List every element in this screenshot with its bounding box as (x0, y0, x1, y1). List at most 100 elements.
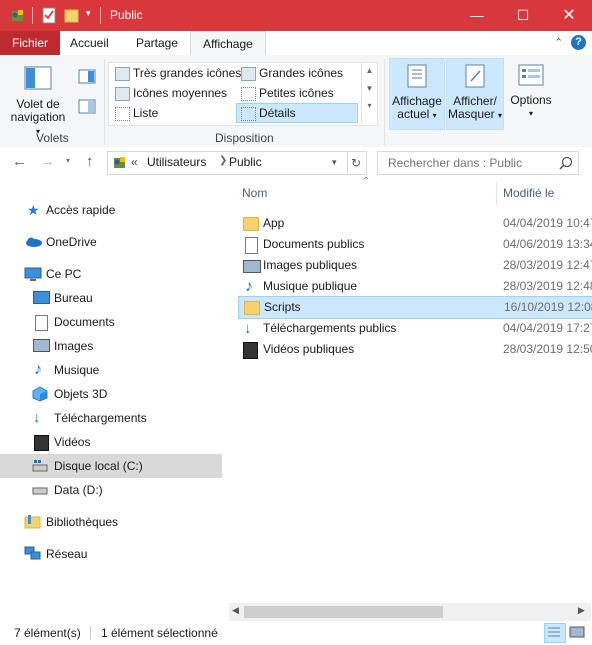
ribbon-panel: Volet de navigation ▾ Volets Très grande… (0, 55, 592, 148)
scroll-right-icon[interactable]: ▶ (578, 605, 585, 616)
pictures-icon (243, 260, 261, 273)
minimize-button[interactable]: — (454, 0, 500, 31)
address-overflow[interactable]: « (131, 155, 138, 169)
nav-quick-access[interactable]: ★ Accès rapide (0, 198, 222, 222)
file-name: Musique publique (263, 279, 358, 293)
navigation-pane-button[interactable]: Volet de navigation ▾ (8, 63, 68, 136)
quick-access-dropdown-icon[interactable]: ▾ (86, 8, 91, 19)
layout-small-icons[interactable]: Petites icônes (237, 84, 369, 102)
file-name: Téléchargements publics (263, 321, 397, 335)
drive-icon (32, 487, 48, 495)
show-hide-button[interactable]: Afficher/ Masquer ▾ (446, 58, 504, 130)
pictures-icon (33, 339, 50, 352)
file-row-pictures[interactable]: Images publiques 28/03/2019 12:47 (238, 255, 592, 276)
help-icon[interactable]: ? (571, 35, 586, 50)
file-list: ⌃ Nom Modifié le App 04/04/2019 10:47 Do… (230, 176, 592, 600)
details-pane-icon[interactable] (78, 99, 96, 114)
nav-downloads[interactable]: ↓ Téléchargements (0, 406, 222, 430)
address-dropdown-icon[interactable]: ▾ (332, 157, 337, 168)
large-icons-view-button[interactable] (567, 623, 589, 643)
large-icons-view-icon (569, 626, 585, 638)
options-dropdown-icon: ▾ (528, 109, 533, 118)
nav-pictures[interactable]: Images (0, 334, 222, 358)
search-input[interactable] (386, 155, 560, 171)
back-arrow-icon[interactable]: ← (12, 153, 27, 170)
column-header-name[interactable]: Nom (242, 186, 267, 200)
recent-locations-icon[interactable]: ▾ (66, 156, 70, 165)
nav-local-disk[interactable]: Disque local (C:) (0, 454, 222, 478)
nav-music[interactable]: ♪ Musique (0, 358, 222, 382)
layout-large-icons[interactable]: Grandes icônes (237, 64, 369, 82)
forward-arrow-icon[interactable]: → (40, 153, 55, 170)
nav-documents[interactable]: Documents (0, 310, 222, 334)
list-icon (115, 107, 130, 121)
documents-icon (35, 315, 48, 331)
layout-list[interactable]: Liste (111, 104, 253, 122)
nav-this-pc[interactable]: Ce PC (0, 262, 222, 286)
nav-onedrive[interactable]: OneDrive (0, 230, 222, 254)
search-icon[interactable] (559, 156, 573, 170)
layout-scroll[interactable]: ▲ ▼ ▾ (361, 63, 377, 125)
status-selection: 1 élément sélectionné (101, 626, 218, 640)
layout-medium-icons[interactable]: Icônes moyennes (111, 84, 253, 102)
breadcrumb-users[interactable]: Utilisateurs (147, 155, 206, 169)
layout-scroll-down-icon[interactable]: ▼ (362, 84, 377, 93)
scroll-left-icon[interactable]: ◀ (232, 605, 239, 616)
tab-home[interactable]: Accueil (58, 31, 121, 55)
tab-view[interactable]: Affichage (190, 31, 266, 56)
file-date: 04/06/2019 13:34 (503, 237, 592, 251)
nav-videos[interactable]: Vidéos (0, 430, 222, 454)
file-name: Scripts (264, 300, 301, 314)
title-separator (32, 7, 33, 24)
nav-3d-objects[interactable]: Objets 3D (0, 382, 222, 406)
details-view-button[interactable] (544, 623, 566, 643)
file-row-downloads[interactable]: ↓ Téléchargements publics 04/04/2019 17:… (238, 318, 592, 339)
address-bar[interactable]: « Utilisateurs ❯ Public ▾ (107, 151, 348, 175)
layout-details[interactable]: Détails (236, 103, 358, 123)
nav-documents-label: Documents (54, 315, 115, 329)
network-icon (24, 546, 41, 560)
window-title: Public (110, 8, 143, 22)
search-box[interactable] (377, 151, 579, 175)
ribbon-separator (384, 59, 385, 145)
breadcrumb-public[interactable]: Public (229, 155, 262, 169)
layout-expand-icon[interactable]: ▾ (362, 101, 377, 110)
close-button[interactable]: ✕ (546, 0, 592, 31)
file-row-videos[interactable]: Vidéos publiques 28/03/2019 12:50 (238, 339, 592, 360)
nav-desktop[interactable]: Bureau (0, 286, 222, 310)
cloud-icon (26, 237, 42, 247)
nav-onedrive-label: OneDrive (46, 235, 97, 249)
refresh-button[interactable]: ↻ (346, 151, 367, 175)
status-bar: 7 élément(s) 1 élément sélectionné (0, 621, 592, 645)
music-icon: ♪ (245, 278, 253, 295)
nav-this-pc-label: Ce PC (46, 267, 82, 281)
maximize-button[interactable]: ☐ (500, 0, 546, 31)
nav-network[interactable]: Réseau (0, 542, 222, 566)
column-header-modified[interactable]: Modifié le (503, 186, 554, 200)
nav-data-drive[interactable]: Data (D:) (0, 478, 222, 502)
up-arrow-icon[interactable]: ↑ (86, 153, 94, 170)
tab-share[interactable]: Partage (124, 31, 190, 55)
3d-objects-icon (32, 386, 48, 402)
nav-libraries[interactable]: Bibliothèques (0, 510, 222, 534)
breadcrumb-chevron-icon[interactable]: ❯ (219, 155, 227, 166)
column-divider[interactable] (496, 181, 497, 205)
properties-quick-icon[interactable] (42, 7, 57, 24)
current-view-button[interactable]: Affichage actuel ▾ (389, 58, 445, 130)
layout-scroll-up-icon[interactable]: ▲ (362, 66, 377, 75)
file-row-scripts[interactable]: Scripts 16/10/2019 12:08 (238, 296, 592, 319)
preview-pane-icon[interactable] (78, 69, 96, 84)
options-button[interactable]: Options ▾ (507, 58, 555, 128)
ribbon-collapse-icon[interactable]: ⌃ (554, 36, 563, 49)
tab-file[interactable]: Fichier (0, 31, 61, 55)
layout-extra-large-icons[interactable]: Très grandes icônes (111, 64, 253, 82)
file-row-app[interactable]: App 04/04/2019 10:47 (238, 213, 592, 234)
app-icon[interactable] (9, 8, 25, 24)
new-folder-quick-icon[interactable] (64, 8, 80, 24)
horizontal-scrollbar[interactable]: ◀ ▶ (229, 603, 591, 621)
file-row-music[interactable]: ♪ Musique publique 28/03/2019 12:48 (238, 276, 592, 297)
scroll-thumb[interactable] (244, 606, 443, 618)
file-row-documents[interactable]: Documents publics 04/06/2019 13:34 (238, 234, 592, 255)
status-separator (90, 626, 91, 640)
current-view-icon (407, 64, 427, 88)
